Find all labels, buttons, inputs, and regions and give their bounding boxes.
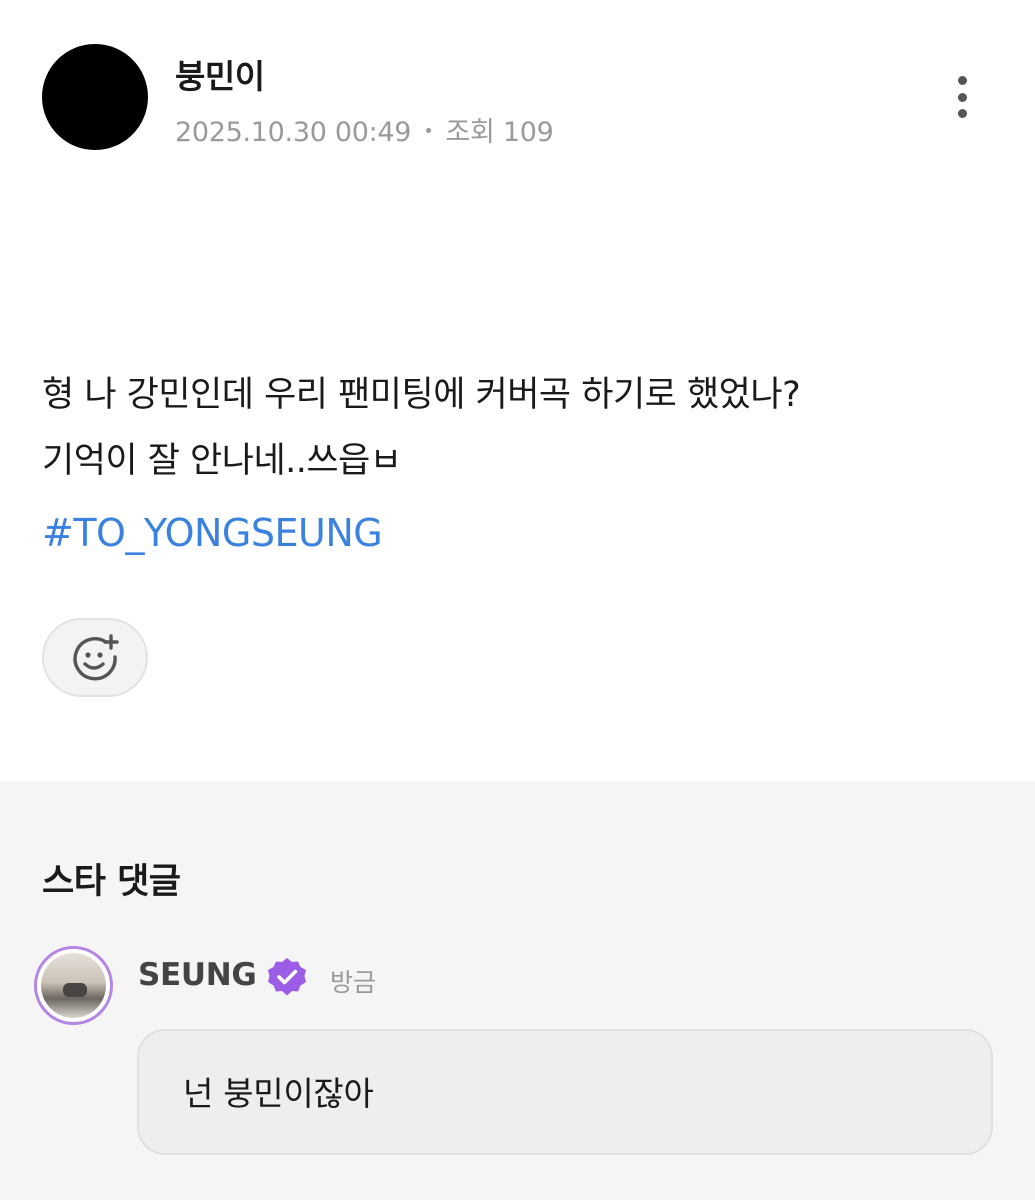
post-body-line: 기억이 잘 안나네..쓰읍ㅂ xyxy=(42,441,402,481)
post-body-line: 형 나 강민인데 우리 팬미팅에 커버곡 하기로 했었나? xyxy=(42,375,801,415)
comment-text: 넌 붕민이잖아 xyxy=(183,1074,374,1113)
post-meta: 2025.10.30 00:49 • 조회 109 xyxy=(175,110,554,149)
post-card: 붕민이 2025.10.30 00:49 • 조회 109 형 나 강민인데 우리 … xyxy=(0,0,1035,781)
post-body: 형 나 강민인데 우리 팬미팅에 커버곡 하기로 했었나? 기억이 잘 안나네.… xyxy=(42,362,1002,494)
add-emoji-icon xyxy=(73,633,119,680)
post-date: 2025.10.30 00:49 xyxy=(175,117,412,148)
hashtag-link[interactable]: #TO_YONGSEUNG xyxy=(42,500,383,566)
more-options-button[interactable] xyxy=(940,72,984,122)
meta-separator: • xyxy=(423,121,434,142)
author-name[interactable]: 붕민이 xyxy=(175,50,265,98)
commenter-avatar[interactable] xyxy=(34,946,113,1025)
verified-badge-icon xyxy=(268,958,306,996)
section-title: 스타 댓글 xyxy=(42,862,181,902)
comment-bubble: 넌 붕민이잖아 xyxy=(137,1029,993,1155)
comment-time: 방금 xyxy=(330,968,377,997)
more-vertical-icon xyxy=(957,76,967,118)
commenter-avatar-image xyxy=(41,953,106,1018)
commenter-name[interactable]: SEUNG xyxy=(138,957,257,993)
view-count: 조회 109 xyxy=(445,117,554,148)
add-reaction-button[interactable] xyxy=(42,618,148,697)
star-comments-section: 스타 댓글 SEUNG 방금 넌 붕민이잖아 xyxy=(0,781,1035,1200)
author-avatar[interactable] xyxy=(42,44,148,150)
